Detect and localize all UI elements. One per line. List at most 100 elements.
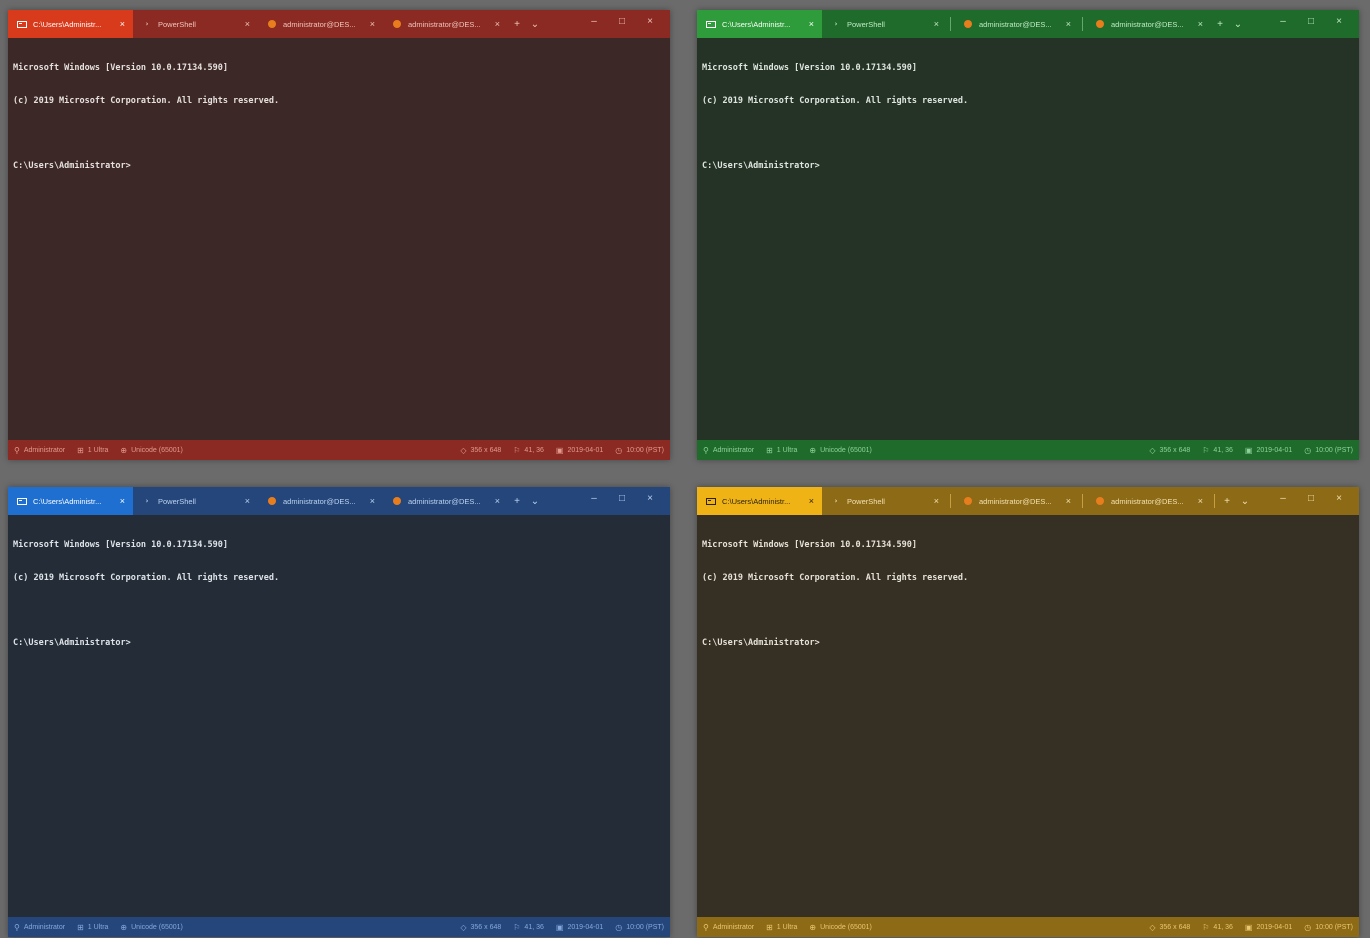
- tab-label: administrator@DES...: [1111, 19, 1184, 29]
- new-tab-button[interactable]: +: [508, 496, 526, 507]
- tab-cmd[interactable]: C:\Users\Administr... ×: [697, 10, 822, 38]
- status-time: 10:00 (PST): [626, 923, 664, 931]
- status-size: 356 x 648: [1159, 923, 1191, 931]
- tab-close-icon[interactable]: ×: [809, 19, 814, 29]
- tab-label: PowerShell: [158, 19, 196, 29]
- status-cursor: 41, 36: [524, 446, 544, 454]
- tab-close-icon[interactable]: ×: [245, 496, 250, 506]
- console-output[interactable]: Microsoft Windows [Version 10.0.17134.59…: [13, 41, 665, 194]
- status-profile: 1 Ultra: [776, 923, 798, 931]
- minimize-button[interactable]: –: [580, 493, 608, 504]
- console-line: Microsoft Windows [Version 10.0.17134.59…: [13, 63, 228, 73]
- status-cursor: 41, 36: [1213, 446, 1233, 454]
- new-tab-button[interactable]: +: [1218, 496, 1236, 507]
- tab-powershell[interactable]: › PowerShell ×: [822, 10, 947, 38]
- tab-close-icon[interactable]: ×: [1066, 19, 1071, 29]
- close-button[interactable]: ×: [636, 493, 664, 504]
- tab-powershell[interactable]: › PowerShell ×: [133, 487, 258, 515]
- tab-dropdown-icon[interactable]: ⌄: [526, 19, 544, 30]
- tab-ubuntu-1[interactable]: administrator@DES... ×: [258, 487, 383, 515]
- tab-close-icon[interactable]: ×: [120, 19, 125, 29]
- terminal-window-yellow: C:\Users\Administr... × › PowerShell × a…: [697, 487, 1359, 937]
- tab-label: administrator@DES...: [283, 19, 356, 29]
- tab-close-icon[interactable]: ×: [934, 496, 939, 506]
- console-output[interactable]: Microsoft Windows [Version 10.0.17134.59…: [702, 41, 1354, 194]
- profile-icon: ⊞: [766, 445, 773, 455]
- tab-ubuntu-2[interactable]: administrator@DES... ×: [1086, 10, 1211, 38]
- new-tab-button[interactable]: +: [1211, 19, 1229, 30]
- new-tab-button[interactable]: +: [508, 19, 526, 30]
- tab-close-icon[interactable]: ×: [1198, 496, 1203, 506]
- tab-close-icon[interactable]: ×: [495, 19, 500, 29]
- tab-close-icon[interactable]: ×: [370, 496, 375, 506]
- title-bar[interactable]: C:\Users\Administr... × › PowerShell × a…: [697, 487, 1359, 515]
- minimize-button[interactable]: –: [580, 16, 608, 27]
- tab-close-icon[interactable]: ×: [934, 19, 939, 29]
- tab-ubuntu-1[interactable]: administrator@DES... ×: [954, 10, 1079, 38]
- cursor-icon: ⚐: [513, 445, 521, 455]
- status-encoding: Unicode (65001): [131, 446, 183, 454]
- tab-dropdown-icon[interactable]: ⌄: [526, 496, 544, 507]
- console-line: Microsoft Windows [Version 10.0.17134.59…: [702, 540, 917, 550]
- user-icon: ⚲: [703, 445, 709, 455]
- tab-ubuntu-2[interactable]: administrator@DES... ×: [1086, 487, 1211, 515]
- user-icon: ⚲: [14, 922, 20, 932]
- tab-ubuntu-1[interactable]: administrator@DES... ×: [258, 10, 383, 38]
- powershell-icon: ›: [144, 19, 150, 28]
- ubuntu-icon: [963, 20, 973, 28]
- window-controls: – □ ×: [1269, 10, 1353, 32]
- console-output[interactable]: Microsoft Windows [Version 10.0.17134.59…: [702, 518, 1354, 671]
- tab-ubuntu-2[interactable]: administrator@DES... ×: [383, 10, 508, 38]
- console-line: (c) 2019 Microsoft Corporation. All righ…: [702, 96, 969, 106]
- tab-powershell[interactable]: › PowerShell ×: [822, 487, 947, 515]
- tab-close-icon[interactable]: ×: [1198, 19, 1203, 29]
- status-user: Administrator: [712, 446, 755, 454]
- tab-cmd[interactable]: C:\Users\Administr... ×: [8, 10, 133, 38]
- status-size: 356 x 648: [1159, 446, 1191, 454]
- tab-separator: [950, 494, 951, 508]
- tab-ubuntu-1[interactable]: administrator@DES... ×: [954, 487, 1079, 515]
- close-button[interactable]: ×: [1325, 16, 1353, 27]
- tab-close-icon[interactable]: ×: [809, 496, 814, 506]
- minimize-button[interactable]: –: [1269, 16, 1297, 27]
- size-icon: ◇: [1149, 445, 1156, 455]
- tab-close-icon[interactable]: ×: [245, 19, 250, 29]
- tab-cmd[interactable]: C:\Users\Administr... ×: [697, 487, 822, 515]
- close-button[interactable]: ×: [636, 16, 664, 27]
- console-prompt: C:\Users\Administrator>: [702, 638, 820, 648]
- tab-dropdown-icon[interactable]: ⌄: [1229, 19, 1247, 30]
- tab-label: administrator@DES...: [408, 496, 481, 506]
- calendar-icon: ▣: [1244, 445, 1253, 455]
- tab-cmd[interactable]: C:\Users\Administr... ×: [8, 487, 133, 515]
- close-button[interactable]: ×: [1325, 493, 1353, 504]
- terminal-window-red: C:\Users\Administr... × › PowerShell × a…: [8, 10, 670, 460]
- title-bar[interactable]: C:\Users\Administr... × › PowerShell × a…: [8, 487, 670, 515]
- tab-label: administrator@DES...: [408, 19, 481, 29]
- user-icon: ⚲: [703, 922, 709, 932]
- console-output[interactable]: Microsoft Windows [Version 10.0.17134.59…: [13, 518, 665, 671]
- ubuntu-icon: [1095, 497, 1105, 505]
- tab-ubuntu-2[interactable]: administrator@DES... ×: [383, 487, 508, 515]
- status-encoding: Unicode (65001): [820, 923, 872, 931]
- tab-powershell[interactable]: › PowerShell ×: [133, 10, 258, 38]
- status-profile: 1 Ultra: [776, 446, 798, 454]
- status-date: 2019-04-01: [1256, 446, 1293, 454]
- title-bar[interactable]: C:\Users\Administr... × › PowerShell × a…: [697, 10, 1359, 38]
- maximize-button[interactable]: □: [1297, 493, 1325, 504]
- tab-close-icon[interactable]: ×: [495, 496, 500, 506]
- cmd-icon: [17, 497, 27, 505]
- maximize-button[interactable]: □: [608, 16, 636, 27]
- minimize-button[interactable]: –: [1269, 493, 1297, 504]
- tab-close-icon[interactable]: ×: [370, 19, 375, 29]
- tab-dropdown-icon[interactable]: ⌄: [1236, 496, 1254, 507]
- tab-close-icon[interactable]: ×: [120, 496, 125, 506]
- tab-label: administrator@DES...: [283, 496, 356, 506]
- tab-close-icon[interactable]: ×: [1066, 496, 1071, 506]
- powershell-icon: ›: [144, 496, 150, 505]
- profile-icon: ⊞: [766, 922, 773, 932]
- title-bar[interactable]: C:\Users\Administr... × › PowerShell × a…: [8, 10, 670, 38]
- maximize-button[interactable]: □: [1297, 16, 1325, 27]
- encoding-icon: ⊕: [809, 922, 817, 932]
- maximize-button[interactable]: □: [608, 493, 636, 504]
- tab-label: administrator@DES...: [979, 496, 1052, 506]
